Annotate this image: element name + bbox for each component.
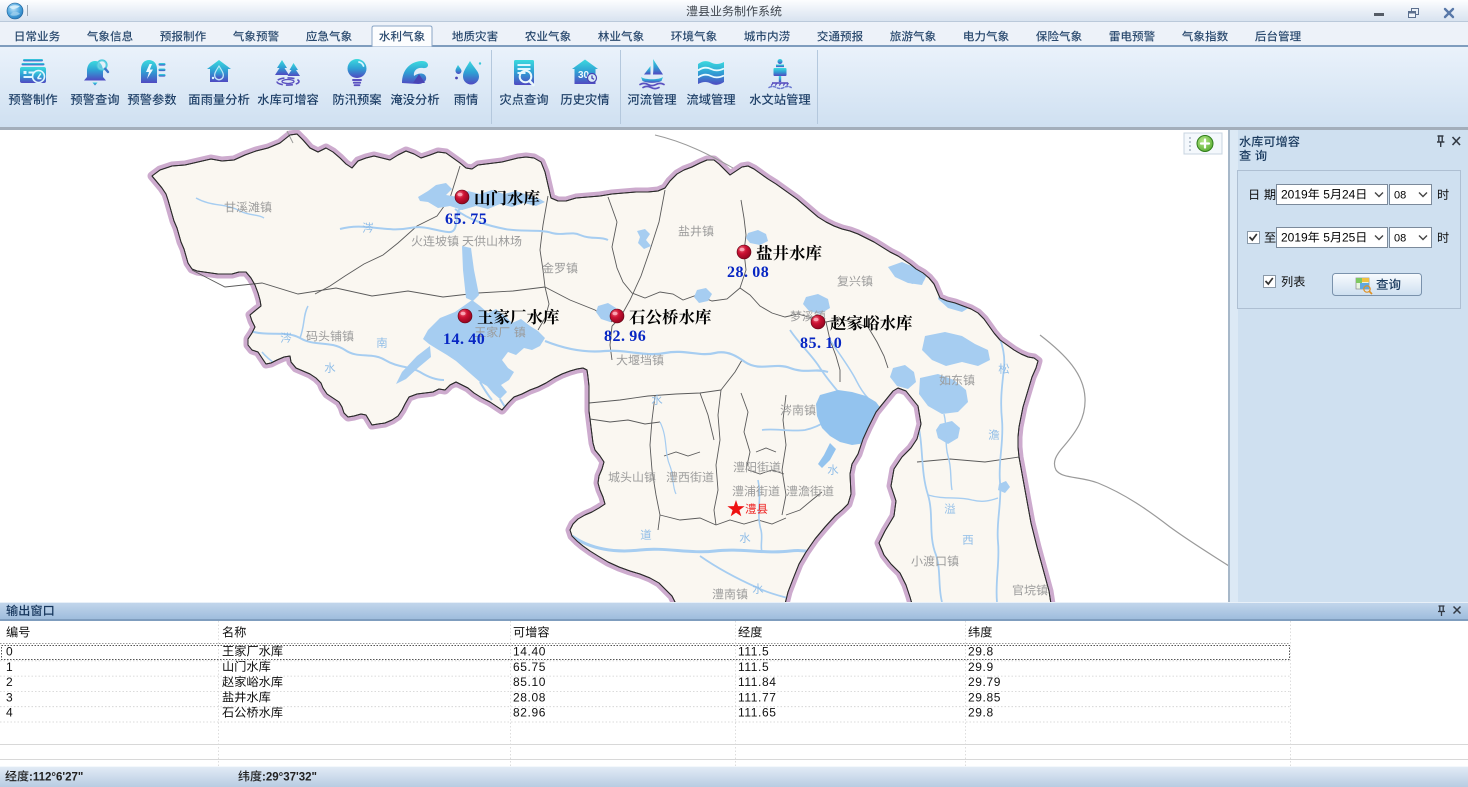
- svg-text:25: 25: [1342, 231, 1356, 245]
- svg-text:28. 08: 28. 08: [727, 264, 769, 281]
- svg-text:08: 08: [1394, 233, 1406, 245]
- svg-text:2019: 2019: [1281, 231, 1308, 245]
- svg-text:29.79: 29.79: [968, 675, 1001, 689]
- svg-text:111.5: 111.5: [738, 645, 769, 659]
- svg-text:65. 75: 65. 75: [445, 211, 487, 228]
- svg-text:24: 24: [1342, 188, 1356, 202]
- svg-text:14. 40: 14. 40: [443, 331, 485, 348]
- svg-text:111.5: 111.5: [738, 660, 769, 674]
- svg-text::112°6'27": :112°6'27": [29, 772, 83, 784]
- svg-text:2019: 2019: [1281, 188, 1308, 202]
- svg-text:29.8: 29.8: [968, 645, 994, 659]
- svg-text:5: 5: [1323, 231, 1330, 245]
- svg-text:2: 2: [6, 675, 13, 689]
- svg-text:111.77: 111.77: [738, 690, 777, 704]
- svg-text:111.65: 111.65: [738, 706, 777, 720]
- svg-text:3: 3: [6, 690, 13, 704]
- svg-text:28.08: 28.08: [513, 690, 546, 704]
- svg-text:85. 10: 85. 10: [800, 335, 842, 352]
- svg-text:111.84: 111.84: [738, 675, 777, 689]
- svg-text:29.9: 29.9: [968, 660, 994, 674]
- svg-text:14.40: 14.40: [513, 645, 546, 659]
- svg-text:82. 96: 82. 96: [604, 328, 646, 345]
- svg-text:29.8: 29.8: [968, 706, 994, 720]
- svg-text:82.96: 82.96: [513, 706, 546, 720]
- svg-text:1: 1: [6, 660, 13, 674]
- svg-text:0: 0: [6, 645, 13, 659]
- svg-text:85.10: 85.10: [513, 675, 546, 689]
- svg-text:29.85: 29.85: [968, 690, 1001, 704]
- svg-text:4: 4: [6, 706, 13, 720]
- svg-text::29°37'32": :29°37'32": [262, 772, 317, 784]
- svg-text:08: 08: [1394, 190, 1406, 202]
- svg-text:65.75: 65.75: [513, 660, 546, 674]
- svg-text:5: 5: [1323, 188, 1330, 202]
